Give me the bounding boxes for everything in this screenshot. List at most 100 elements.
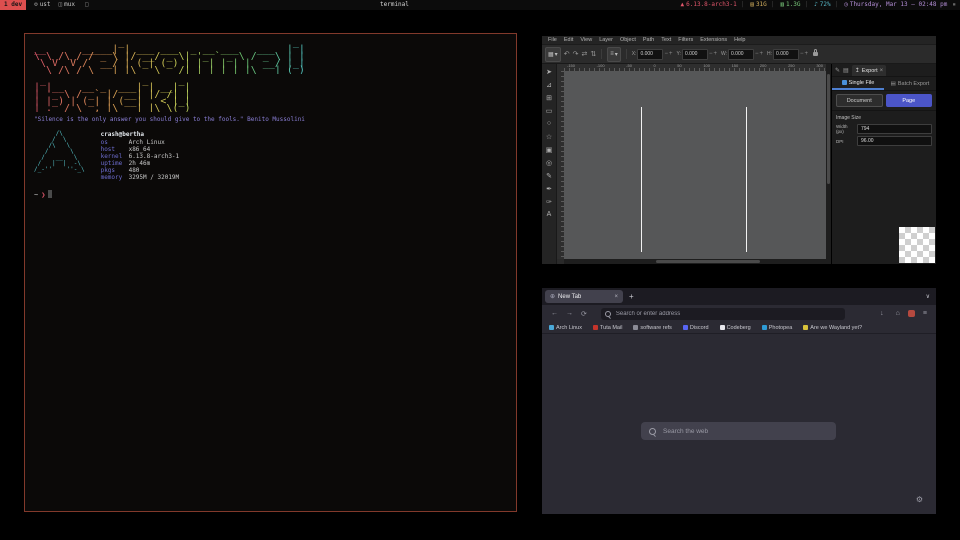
increment-button[interactable]: + (713, 51, 717, 57)
menu-item[interactable]: Path (640, 36, 657, 44)
increment-button[interactable]: + (805, 51, 809, 57)
inkscape-window[interactable]: File Edit View Layer Object Path Text Fi… (542, 36, 936, 264)
bookmark-item[interactable]: Arch Linux (549, 325, 582, 331)
scrollbar-thumb[interactable] (656, 260, 761, 263)
tab-single-file[interactable]: Single File (832, 77, 884, 90)
z-order-dropdown[interactable]: ≡▾ (607, 47, 621, 62)
scrollbar-thumb[interactable] (827, 74, 830, 184)
tag-ust[interactable]: ⚙ust (34, 0, 50, 10)
menu-item[interactable]: Filters (675, 36, 696, 44)
horizontal-scrollbar[interactable] (564, 259, 826, 264)
address-bar[interactable] (601, 308, 845, 320)
spinbox-input[interactable] (637, 49, 663, 60)
guide-line[interactable] (746, 107, 747, 252)
active-tab[interactable]: ⊕ New Tab × (545, 290, 623, 303)
ellipse-tool[interactable]: ○ (543, 117, 556, 130)
shape-builder-tool[interactable]: ⊞ (543, 91, 556, 104)
close-tab-icon[interactable]: × (614, 294, 618, 300)
selector-tool[interactable]: ➤ (543, 65, 556, 78)
flip-vertical-icon[interactable]: ⇅ (590, 48, 596, 61)
dpi-input[interactable] (857, 136, 932, 146)
rectangle-tool[interactable]: ▭ (543, 104, 556, 117)
volume-status[interactable]: ♪72% (800, 0, 830, 10)
page-button[interactable]: Page (886, 94, 933, 107)
pen-tool[interactable]: ✒ (543, 182, 556, 195)
menu-item[interactable]: Text (658, 36, 674, 44)
tray-icon[interactable]: ▪ (952, 0, 956, 10)
lock-ratio-icon[interactable] (813, 52, 818, 56)
personalize-gear-icon[interactable]: ⚙ (916, 495, 923, 504)
menu-icon[interactable]: ≡ (923, 310, 927, 317)
decrement-button[interactable]: − (800, 51, 804, 57)
spinbox-input[interactable] (773, 49, 799, 60)
menu-item[interactable]: Help (731, 36, 748, 44)
layers-icon[interactable]: ▤ (843, 66, 849, 76)
menu-item[interactable]: Object (617, 36, 639, 44)
menu-item[interactable]: View (577, 36, 595, 44)
decrement-button[interactable]: − (664, 51, 668, 57)
selection-options-dropdown[interactable]: ▦▾ (545, 47, 561, 62)
fetch-label: uptime (101, 160, 129, 167)
node-tool[interactable]: ⊿ (543, 78, 556, 91)
width-input[interactable] (857, 124, 932, 134)
increment-button[interactable]: + (669, 51, 673, 57)
coordinate-spinbox: X: −+ (632, 49, 673, 60)
spinbox-input[interactable] (728, 49, 754, 60)
box3d-tool[interactable]: ▣ (543, 143, 556, 156)
home-icon[interactable]: ⌂ (896, 310, 900, 317)
pencil-icon[interactable]: ✎ (835, 66, 840, 76)
pencil-tool[interactable]: ✎ (543, 169, 556, 182)
forward-button[interactable]: → (566, 310, 573, 317)
menu-item[interactable]: Edit (561, 36, 576, 44)
menu-item[interactable]: Layer (596, 36, 616, 44)
bookmark-item[interactable]: Are we Wayland yet? (803, 325, 862, 331)
status-bar: 1 dev ⚙ust ◫mux □ terminal ▲6.13.8-arch3… (0, 0, 960, 10)
bookmark-item[interactable]: Codeberg (720, 325, 751, 331)
tag-mux[interactable]: ◫mux (59, 0, 75, 10)
address-input[interactable] (614, 310, 841, 318)
increment-button[interactable]: + (760, 51, 764, 57)
workspace-tags: ⚙ust ◫mux (34, 0, 75, 10)
export-dialog-tab[interactable]: ↥ Export × (852, 65, 886, 76)
new-tab-button[interactable]: + (629, 292, 634, 301)
spinbox-input[interactable] (682, 49, 708, 60)
star-tool[interactable]: ☆ (543, 130, 556, 143)
guide-line[interactable] (641, 107, 642, 252)
decrement-button[interactable]: − (709, 51, 713, 57)
flip-horizontal-icon[interactable]: ⇄ (581, 48, 587, 61)
list-tabs-chevron-icon[interactable]: ∨ (926, 293, 930, 300)
workspace-indicator[interactable]: 1 dev (0, 0, 26, 10)
web-search-bar[interactable] (641, 422, 836, 440)
ublock-extension-icon[interactable] (908, 310, 915, 317)
tab-batch-export[interactable]: ▤Batch Export (884, 77, 936, 90)
bookmark-item[interactable]: Tuta Mail (593, 325, 622, 331)
menu-item[interactable]: Extensions (697, 36, 730, 44)
chevron-down-icon: ▾ (615, 51, 618, 58)
shell-prompt[interactable]: ~❯ (34, 190, 516, 199)
rotate-ccw-icon[interactable]: ↶ (564, 48, 570, 61)
bookmark-favicon (549, 325, 554, 330)
back-button[interactable]: ← (551, 310, 558, 317)
rotate-cw-icon[interactable]: ↷ (573, 48, 579, 61)
terminal-window[interactable]: _ _ __ _____| | ___ ___ _ __ ___ ___ | |… (24, 33, 517, 512)
bookmark-item[interactable]: Discord (683, 325, 709, 331)
decrement-button[interactable]: − (755, 51, 759, 57)
downloads-icon[interactable]: ↓ (880, 310, 884, 317)
browser-window[interactable]: ⊕ New Tab × + ∨ ← → ⟳ ↓ ⌂ ≡ Arch Linux T… (542, 288, 936, 514)
web-search-input[interactable] (661, 427, 828, 436)
text-tool[interactable]: A (543, 208, 556, 221)
spiral-tool[interactable]: ◎ (543, 156, 556, 169)
close-icon[interactable]: × (880, 68, 884, 74)
inkscape-canvas[interactable] (564, 71, 826, 259)
menu-item[interactable]: File (545, 36, 560, 44)
fetch-value: 3295M / 32019M (129, 174, 180, 181)
bookmark-label: Photopea (769, 325, 793, 331)
ruler-tick-label: 100 (703, 64, 710, 71)
reload-button[interactable]: ⟳ (581, 310, 587, 318)
ram-icon: ▥ (780, 0, 784, 10)
document-button[interactable]: Document (836, 94, 883, 107)
bookmark-item[interactable]: software refs (633, 325, 671, 331)
calligraphy-tool[interactable]: ✑ (543, 195, 556, 208)
canvas-area[interactable]: -150 -100 -50 0 50 100 150 200 250 300 (557, 64, 826, 264)
bookmark-item[interactable]: Photopea (762, 325, 793, 331)
